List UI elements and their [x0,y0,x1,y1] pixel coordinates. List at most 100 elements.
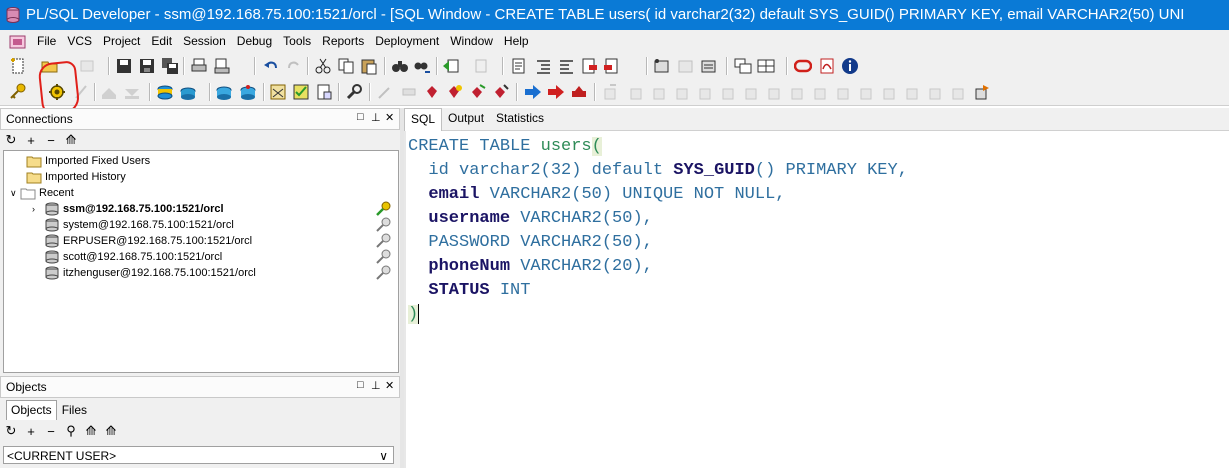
cascade-windows-icon[interactable] [733,56,753,76]
save-icon[interactable] [114,56,134,76]
close-icon[interactable]: ✕ [385,379,394,392]
debug-step-15-icon[interactable] [926,82,946,102]
indent-icon[interactable] [533,56,553,76]
debug-step-3-icon[interactable] [650,82,670,102]
explain-plan-icon[interactable] [268,82,288,102]
menu-window[interactable]: Window [446,30,497,53]
redo-icon[interactable] [284,56,304,76]
chevron-down-icon[interactable]: ∨ [10,188,20,199]
wrench-icon[interactable] [344,82,364,102]
tree-item-connection[interactable]: › ssm@192.168.75.100:1521/orcl [32,201,224,217]
restore-icon[interactable]: □ [357,379,364,391]
log-on-key-icon[interactable] [375,217,393,233]
menu-vcs[interactable]: VCS [63,30,96,53]
menu-project[interactable]: Project [99,30,144,53]
filter-settings-icon[interactable]: ⟰ [102,422,120,440]
print-preview-icon[interactable] [212,56,232,76]
forward-icon[interactable] [473,56,493,76]
arrow-right-red-icon[interactable] [546,82,566,102]
uppercase-icon[interactable] [579,56,599,76]
next-bookmark-icon[interactable] [445,82,465,102]
debug-step-6-icon[interactable] [719,82,739,102]
menu-debug[interactable]: Debug [233,30,276,53]
psql-database-icon[interactable] [178,82,198,102]
report-window-icon[interactable] [698,56,718,76]
tab-files[interactable]: Files [57,400,92,420]
log-on-key-icon[interactable] [375,249,393,265]
filter-icon[interactable]: ⟰ [62,131,80,149]
commit-icon[interactable] [99,82,119,102]
tree-item-imported-history[interactable]: Imported History [26,169,126,185]
database-session-icon[interactable] [214,82,234,102]
active-log-on-key-icon[interactable] [375,201,393,217]
rollback-icon[interactable] [122,82,142,102]
tab-sql[interactable]: SQL [404,108,443,131]
log-on-key-icon[interactable] [375,233,393,249]
find-icon[interactable] [390,56,410,76]
debug-run-icon[interactable] [972,82,992,102]
tree-item-connection[interactable]: scott@192.168.75.100:1521/orcl [44,249,222,265]
tree-item-imported-fixed-users[interactable]: Imported Fixed Users [26,153,150,169]
document-icon[interactable] [314,82,334,102]
lowercase-icon[interactable] [602,56,622,76]
add-icon[interactable]: + [22,422,40,440]
stop-icon[interactable] [569,82,589,102]
previous-bookmark-icon[interactable] [468,82,488,102]
restore-icon[interactable]: □ [357,111,364,123]
eraser-icon[interactable] [399,82,419,102]
refresh-icon[interactable]: ↻ [2,422,20,440]
clear-bookmarks-icon[interactable] [491,82,511,102]
debug-step-2-icon[interactable] [627,82,647,102]
cut-icon[interactable] [313,56,333,76]
find-icon[interactable]: ⚲ [62,422,80,440]
debug-step-13-icon[interactable] [880,82,900,102]
menu-reports[interactable]: Reports [318,30,368,53]
undo-icon[interactable] [261,56,281,76]
refresh-icon[interactable]: ↻ [2,131,20,149]
database-connect-icon[interactable] [155,82,175,102]
menu-deployment[interactable]: Deployment [371,30,443,53]
page-setup-icon[interactable] [78,56,98,76]
new-icon[interactable] [8,56,28,76]
pin-icon[interactable]: ⊥ [371,379,381,392]
back-icon[interactable] [441,56,461,76]
close-icon[interactable]: ✕ [385,111,394,124]
debug-step-5-icon[interactable] [696,82,716,102]
debug-step-4-icon[interactable] [673,82,693,102]
command-window-icon[interactable] [675,56,695,76]
info-icon[interactable] [840,56,860,76]
log-on-key-icon[interactable] [375,265,393,281]
debug-step-14-icon[interactable] [903,82,923,102]
wand-icon[interactable] [375,82,395,102]
debug-step-10-icon[interactable] [811,82,831,102]
find-replace-icon[interactable] [412,56,432,76]
debug-step-12-icon[interactable] [857,82,877,102]
sql-code[interactable]: CREATE TABLE users( id varchar2(32) defa… [408,135,908,327]
tree-item-connection[interactable]: system@192.168.75.100:1521/orcl [44,217,234,233]
remove-icon[interactable]: − [42,131,60,149]
chevron-right-icon[interactable]: › [32,204,44,214]
tree-item-connection[interactable]: ERPUSER@192.168.75.100:1521/orcl [44,233,252,249]
paste-icon[interactable] [359,56,379,76]
menu-session[interactable]: Session [179,30,230,53]
arrow-right-blue-icon[interactable] [523,82,543,102]
debug-step-11-icon[interactable] [834,82,854,102]
menu-tools[interactable]: Tools [279,30,315,53]
add-icon[interactable]: + [22,131,40,149]
tree-item-recent[interactable]: ∨ Recent [10,185,74,201]
database-red-icon[interactable] [238,82,258,102]
tree-item-connection[interactable]: itzhenguser@192.168.75.100:1521/orcl [44,265,256,281]
pdf-icon[interactable] [817,56,837,76]
tab-output[interactable]: Output [442,108,490,130]
window-menu-icon[interactable] [9,34,27,50]
check-list-icon[interactable] [291,82,311,102]
debug-step-7-icon[interactable] [742,82,762,102]
copy-icon[interactable] [336,56,356,76]
debug-step-16-icon[interactable] [949,82,969,102]
pin-icon[interactable]: ⊥ [371,111,381,124]
print-icon[interactable] [189,56,209,76]
tile-windows-icon[interactable] [756,56,776,76]
current-user-select[interactable]: <CURRENT USER> ∨ [3,446,394,464]
filter-icon[interactable]: ⟰ [82,422,100,440]
bookmark-icon[interactable] [422,82,442,102]
